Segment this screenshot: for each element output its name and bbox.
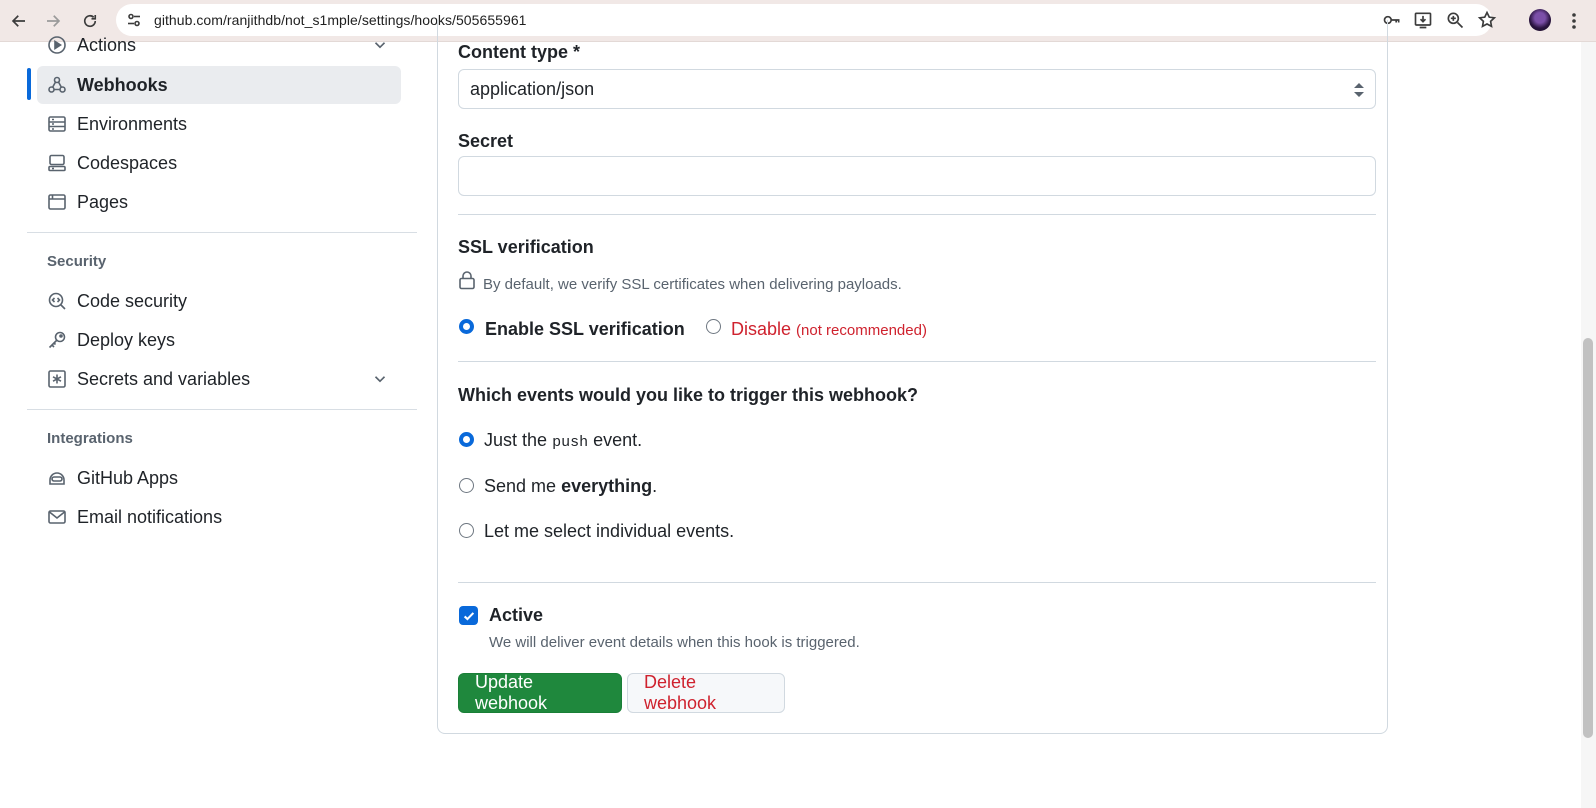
ssl-disable-note: (not recommended) bbox=[796, 322, 927, 339]
sidebar-item-codespaces[interactable]: Codespaces bbox=[37, 144, 401, 182]
sidebar-item-label: Webhooks bbox=[77, 74, 168, 95]
checkmark-icon bbox=[463, 611, 474, 621]
play-icon bbox=[47, 35, 67, 55]
sidebar-item-label: Email notifications bbox=[77, 506, 223, 527]
sidebar-item-label: Deploy keys bbox=[77, 329, 176, 350]
event-push-prefix: Just the bbox=[484, 430, 548, 450]
ssl-disable-text: Disable bbox=[731, 319, 792, 339]
content-type-label: Content type * bbox=[458, 42, 581, 62]
event-everything-prefix: Send me bbox=[484, 476, 557, 496]
event-everything-label[interactable]: Send me everything. bbox=[484, 476, 657, 497]
chevron-down-icon[interactable] bbox=[371, 36, 389, 54]
codespaces-icon bbox=[47, 153, 67, 173]
sidebar-item-label: Secrets and variables bbox=[77, 368, 251, 389]
sidebar-item-actions[interactable]: Actions bbox=[37, 26, 401, 64]
secret-label: Secret bbox=[458, 131, 514, 151]
codescan-icon bbox=[47, 291, 67, 311]
select-arrows-icon bbox=[1354, 83, 1364, 97]
sidebar-item-code-security[interactable]: Code security bbox=[37, 282, 401, 320]
sidebar-item-label: GitHub Apps bbox=[77, 467, 179, 488]
sidebar-item-label: Codespaces bbox=[77, 152, 178, 173]
zoom-icon[interactable] bbox=[1444, 9, 1466, 31]
event-push-suffix: event. bbox=[593, 430, 643, 450]
install-icon[interactable] bbox=[1412, 9, 1434, 31]
ssl-enable-label[interactable]: Enable SSL verification bbox=[485, 319, 685, 340]
sidebar-item-label: Code security bbox=[77, 290, 188, 311]
lock-icon bbox=[459, 271, 475, 290]
sidebar-divider bbox=[27, 409, 417, 410]
browser-icon bbox=[47, 192, 67, 212]
sidebar-divider bbox=[27, 232, 417, 233]
ssl-enable-radio[interactable] bbox=[459, 319, 474, 334]
active-label[interactable]: Active bbox=[489, 605, 543, 626]
event-push-code: push bbox=[552, 434, 589, 451]
hubot-icon bbox=[47, 468, 67, 488]
event-push-label[interactable]: Just the push event. bbox=[484, 430, 642, 451]
webhook-icon bbox=[47, 75, 67, 95]
chevron-down-icon[interactable] bbox=[371, 370, 389, 388]
page-scrollbar[interactable] bbox=[1581, 42, 1596, 808]
sidebar-item-pages[interactable]: Pages bbox=[37, 183, 401, 221]
star-icon[interactable] bbox=[1476, 9, 1498, 31]
asterisk-icon bbox=[47, 369, 67, 389]
sidebar-item-webhooks[interactable]: Webhooks bbox=[37, 66, 401, 104]
section-divider bbox=[458, 361, 1376, 362]
active-checkbox[interactable] bbox=[459, 606, 478, 625]
active-description: We will deliver event details when this … bbox=[489, 634, 860, 651]
back-arrow-icon[interactable] bbox=[7, 9, 31, 33]
event-everything-suffix: . bbox=[652, 476, 658, 496]
sidebar-item-label: Environments bbox=[77, 113, 188, 134]
section-divider bbox=[458, 582, 1376, 583]
update-webhook-button[interactable]: Update webhook bbox=[458, 672, 622, 713]
ssl-disable-label[interactable]: Disable (not recommended) bbox=[731, 319, 927, 340]
active-indicator bbox=[27, 68, 31, 100]
webhook-form-panel bbox=[437, 20, 1388, 734]
settings-sidebar: Actions Webhooks Environments Codespaces… bbox=[27, 35, 417, 808]
more-icon[interactable] bbox=[1566, 9, 1582, 33]
sidebar-item-environments[interactable]: Environments bbox=[37, 105, 401, 143]
sidebar-heading-integrations: Integrations bbox=[47, 430, 133, 447]
secret-input[interactable] bbox=[458, 156, 1376, 196]
scrollbar-thumb[interactable] bbox=[1583, 338, 1593, 738]
sidebar-item-secrets-and-variables[interactable]: Secrets and variables bbox=[37, 360, 401, 398]
sidebar-item-email-notifications[interactable]: Email notifications bbox=[37, 498, 401, 536]
event-everything-radio[interactable] bbox=[459, 478, 474, 493]
ssl-heading: SSL verification bbox=[458, 237, 594, 257]
mail-icon bbox=[47, 507, 67, 527]
events-question: Which events would you like to trigger t… bbox=[458, 385, 919, 405]
content-type-select[interactable]: application/json bbox=[458, 69, 1376, 109]
profile-avatar[interactable] bbox=[1529, 9, 1551, 31]
sidebar-item-label: Actions bbox=[77, 34, 137, 55]
sidebar-heading-security: Security bbox=[47, 253, 107, 270]
event-everything-bold: everything bbox=[561, 476, 653, 496]
event-select-label[interactable]: Let me select individual events. bbox=[484, 521, 734, 542]
ssl-disable-radio[interactable] bbox=[706, 319, 721, 334]
event-select-radio[interactable] bbox=[459, 523, 474, 538]
section-divider bbox=[458, 214, 1376, 215]
key-icon bbox=[47, 330, 67, 350]
sidebar-item-github-apps[interactable]: GitHub Apps bbox=[37, 459, 401, 497]
sidebar-item-label: Pages bbox=[77, 191, 129, 212]
sidebar-item-deploy-keys[interactable]: Deploy keys bbox=[37, 321, 401, 359]
content-type-value: application/json bbox=[470, 79, 595, 99]
server-icon bbox=[47, 114, 67, 134]
ssl-description: By default, we verify SSL certificates w… bbox=[483, 276, 902, 293]
delete-webhook-button[interactable]: Delete webhook bbox=[627, 672, 785, 713]
event-push-radio[interactable] bbox=[459, 432, 474, 447]
